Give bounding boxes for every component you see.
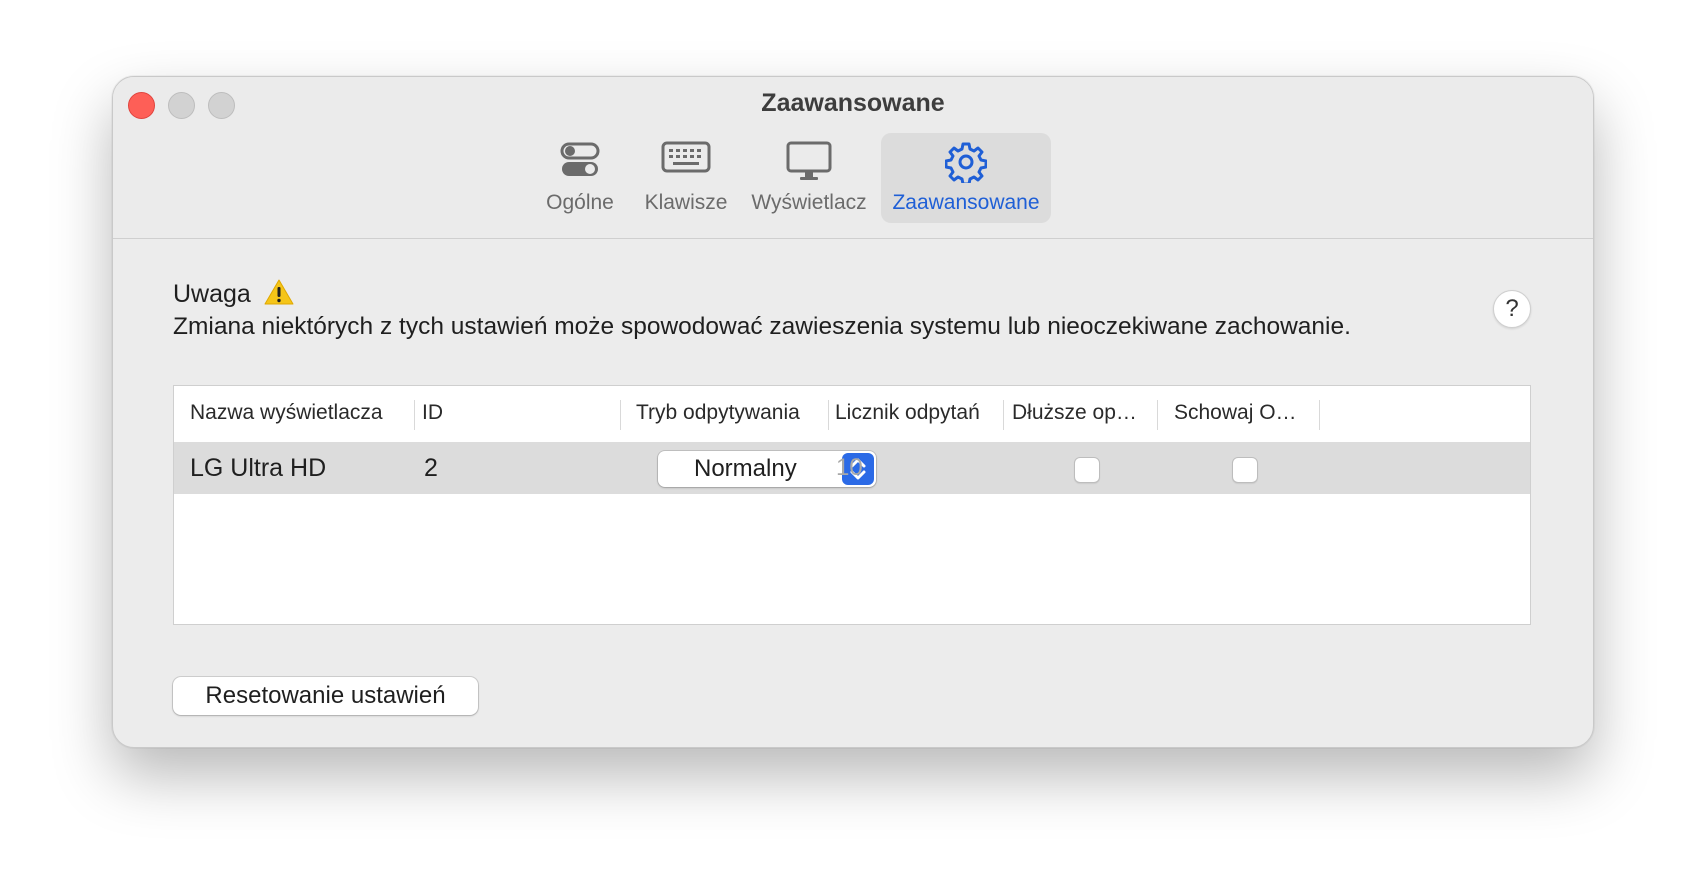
display-icon [786,141,832,187]
displays-table: Nazwa wyświetlacza ID Tryb odpytywania L… [173,385,1531,625]
warning-title: Uwaga [173,280,251,308]
poll-count-cell[interactable]: 10 [836,442,863,494]
preferences-window: Zaawansowane Ogólne Klawisze Wyświetlacz… [112,76,1594,748]
column-separator [620,400,621,430]
poll-mode-value: Normalny [694,455,797,482]
column-header-longer[interactable]: Dłuższe op… [1012,386,1152,440]
tab-general[interactable]: Ogólne [535,133,625,223]
gear-icon [944,141,988,189]
longer-delay-checkbox[interactable] [1074,457,1100,483]
window-title: Zaawansowane [761,89,945,117]
help-button[interactable]: ? [1493,290,1531,328]
tab-advanced[interactable]: Zaawansowane [881,133,1051,223]
column-header-id[interactable]: ID [422,386,612,440]
column-separator [1157,400,1158,430]
toggles-icon [560,141,600,185]
column-header-poll-mode[interactable]: Tryb odpytywania [636,386,826,440]
column-header-name[interactable]: Nazwa wyświetlacza [190,386,410,440]
table-row[interactable]: LG Ultra HD 2 Normalny 10 [174,442,1530,494]
warning-text: Zmiana niektórych z tych ustawień może s… [173,313,1351,340]
column-separator [828,400,829,430]
tab-keys-label: Klawisze [644,191,728,214]
keyboard-icon [661,141,711,179]
warning-heading: Uwaga [173,279,294,312]
column-separator [1003,400,1004,430]
display-name-cell: LG Ultra HD [190,454,327,482]
column-separator [1319,400,1320,430]
tab-general-label: Ogólne [546,191,614,214]
hide-osd-checkbox[interactable] [1232,457,1258,483]
reset-settings-button[interactable]: Resetowanie ustawień [173,677,478,715]
table-header: Nazwa wyświetlacza ID Tryb odpytywania L… [174,386,1530,440]
warning-icon [264,279,294,312]
tab-advanced-label: Zaawansowane [892,191,1040,214]
column-header-poll-count[interactable]: Licznik odpytań [835,386,1005,440]
column-header-hide[interactable]: Schowaj O… [1174,386,1314,440]
tab-keys[interactable]: Klawisze [635,133,737,223]
display-id-cell: 2 [424,454,438,482]
tab-display[interactable]: Wyświetlacz [747,133,871,223]
toolbar: Zaawansowane Ogólne Klawisze Wyświetlacz… [113,77,1593,239]
advanced-pane: Uwaga Zmiana niektórych z tych ustawień … [113,239,1593,747]
tab-display-label: Wyświetlacz [751,191,867,214]
column-separator [414,400,415,430]
